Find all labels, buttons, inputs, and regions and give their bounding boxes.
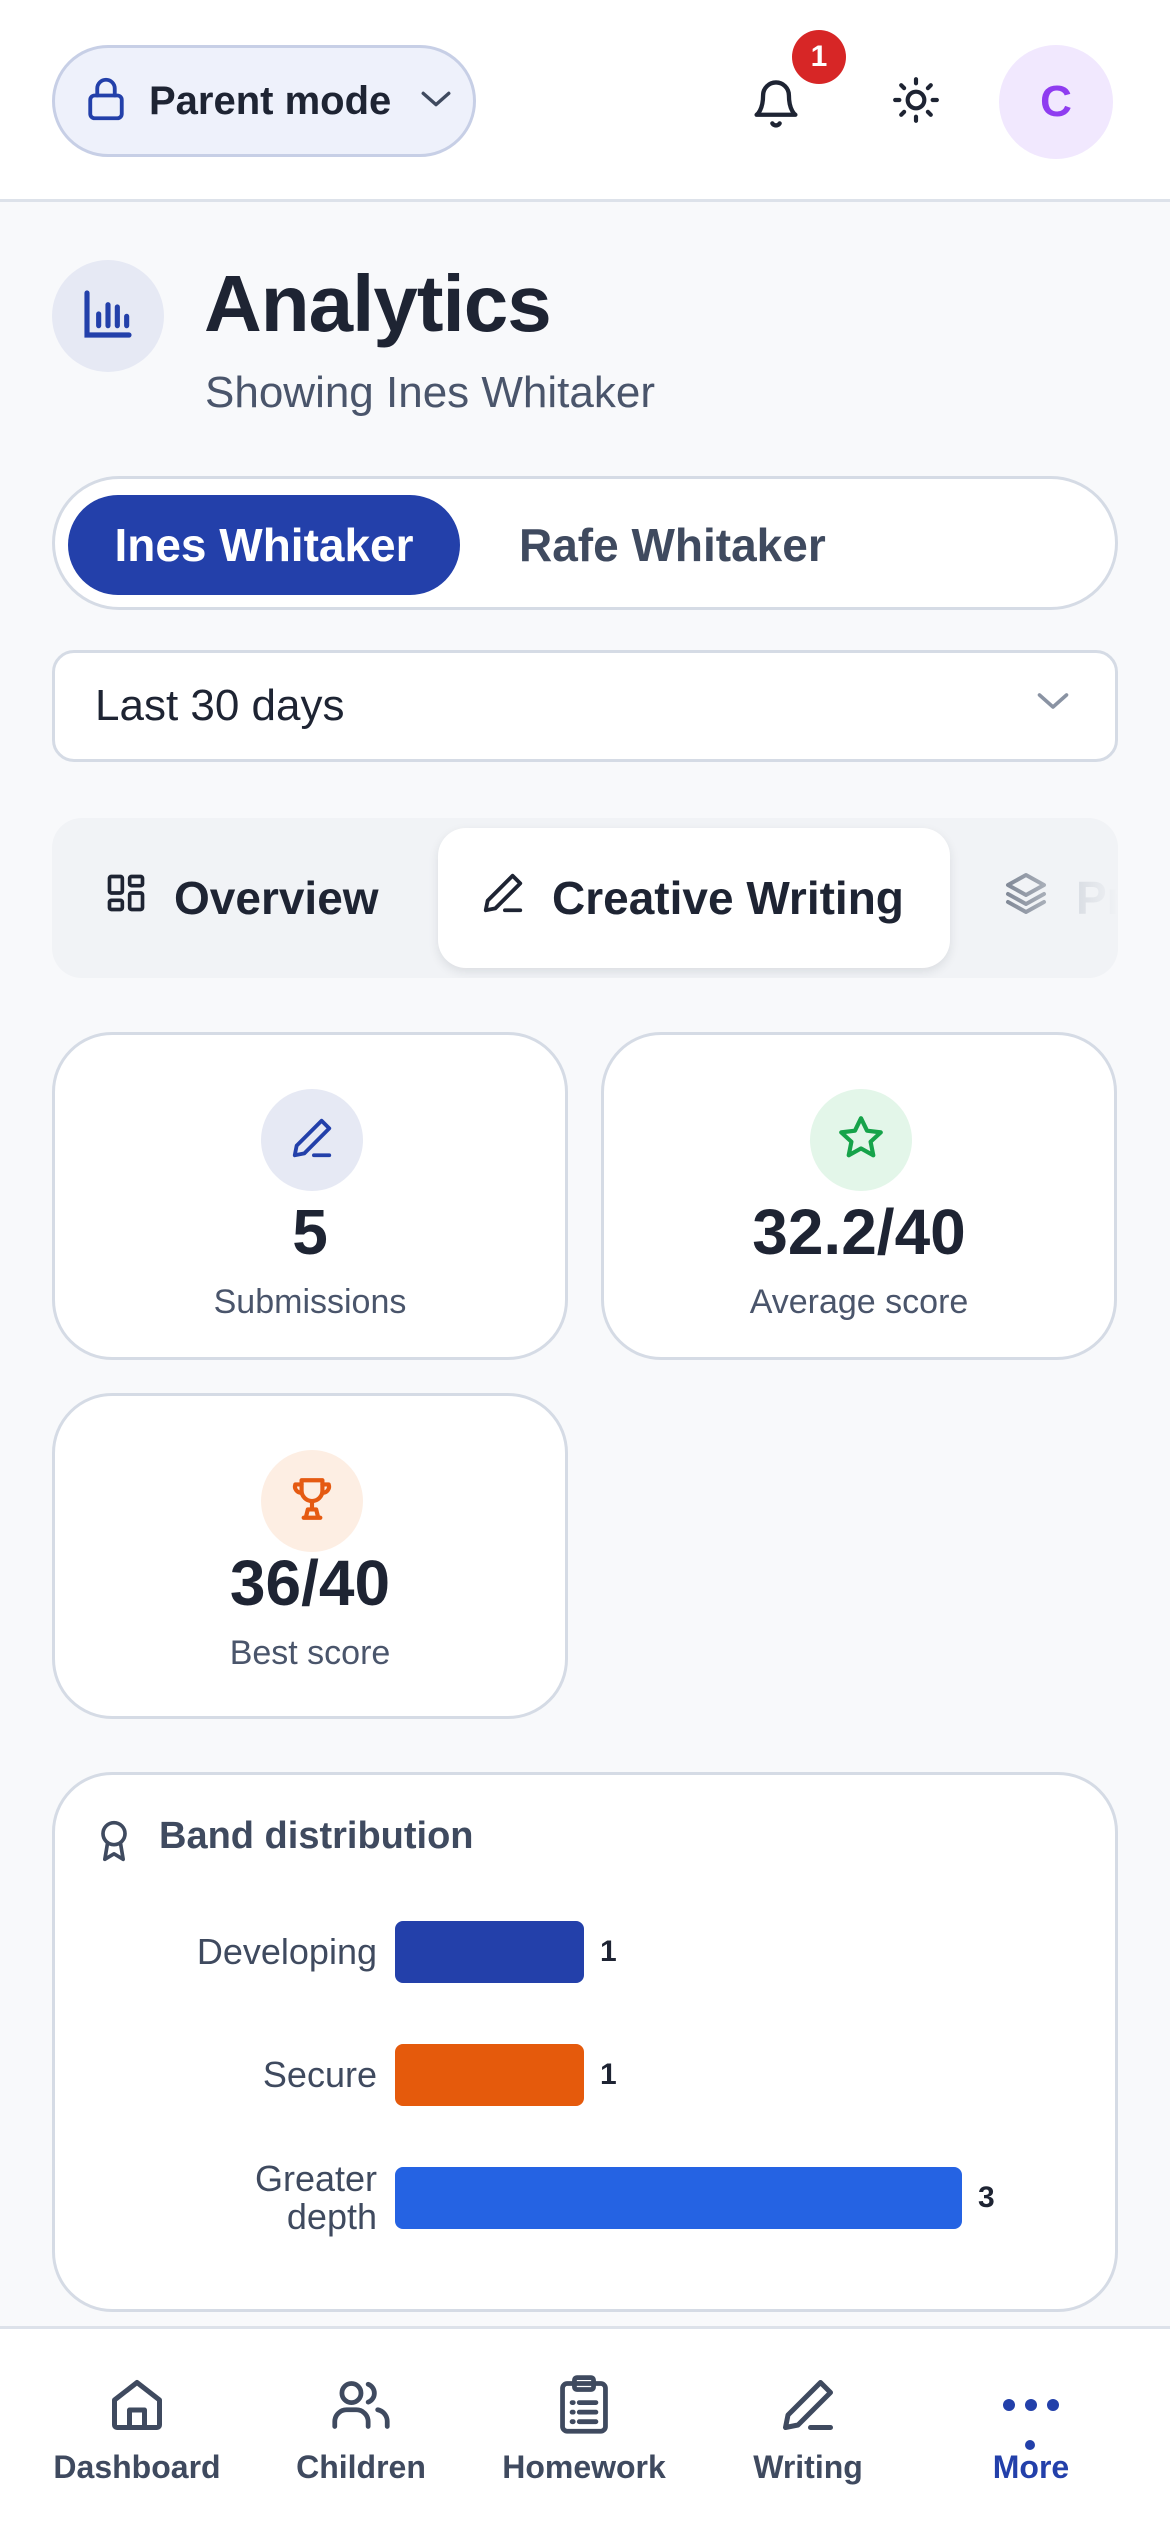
chevron-down-icon bbox=[419, 88, 453, 115]
tab-creative-writing-label: Creative Writing bbox=[552, 872, 904, 924]
home-icon bbox=[107, 2369, 167, 2441]
band-value: 1 bbox=[600, 1935, 617, 1968]
nav-label: Writing bbox=[753, 2449, 863, 2485]
stat-value: 5 bbox=[292, 1196, 328, 1268]
stat-card-submissions: 5 Submissions bbox=[52, 1032, 568, 1360]
nav-more[interactable]: More bbox=[931, 2369, 1131, 2509]
date-range-value: Last 30 days bbox=[95, 681, 345, 730]
child-tab-rafe[interactable]: Rafe Whitaker bbox=[475, 495, 835, 595]
nav-homework[interactable]: Homework bbox=[484, 2369, 684, 2509]
stat-value: 36/40 bbox=[229, 1547, 391, 1619]
nav-children[interactable]: Children bbox=[261, 2369, 461, 2509]
page-title: Analytics bbox=[204, 259, 552, 348]
users-icon bbox=[330, 2369, 392, 2441]
band-bar bbox=[395, 1921, 584, 1983]
pencil-icon bbox=[778, 2369, 838, 2441]
stat-icon-circle bbox=[810, 1089, 912, 1191]
tabs-scroll-fade bbox=[968, 818, 1118, 978]
analytics-icon-circle bbox=[52, 260, 164, 372]
band-label: Secure bbox=[262, 2054, 377, 2095]
top-bar: Parent mode 1 C bbox=[0, 0, 1170, 202]
stat-label: Average score bbox=[749, 1283, 969, 1321]
date-range-select[interactable]: Last 30 days bbox=[52, 650, 1118, 762]
more-icon bbox=[1001, 2369, 1061, 2441]
nav-label: Dashboard bbox=[53, 2449, 221, 2485]
stat-value: 32.2/40 bbox=[752, 1196, 966, 1268]
bar-chart-icon bbox=[80, 286, 136, 347]
stat-card-best-score: 36/40 Best score bbox=[52, 1393, 568, 1719]
parent-mode-selector[interactable]: Parent mode bbox=[52, 45, 476, 157]
band-distribution-title: Band distribution bbox=[159, 1815, 474, 1857]
nav-label: Homework bbox=[502, 2449, 666, 2485]
child-switcher: Ines Whitaker Rafe Whitaker bbox=[52, 476, 1118, 610]
avatar[interactable]: C bbox=[999, 45, 1113, 159]
sun-icon bbox=[891, 75, 941, 130]
stat-card-average-score: 32.2/40 Average score bbox=[601, 1032, 1117, 1360]
pencil-icon bbox=[289, 1115, 335, 1166]
bottom-navigation: Dashboard Children Homework Writing More bbox=[0, 2326, 1170, 2532]
band-bar bbox=[395, 2167, 962, 2229]
chevron-down-icon bbox=[1035, 689, 1071, 718]
lock-icon bbox=[85, 76, 127, 127]
tab-overview[interactable]: Overview bbox=[104, 828, 379, 968]
band-value: 3 bbox=[978, 2181, 995, 2214]
notification-badge: 1 bbox=[792, 30, 846, 84]
stat-icon-circle bbox=[261, 1450, 363, 1552]
stat-label: Best score bbox=[229, 1634, 391, 1672]
nav-label: More bbox=[992, 2449, 1070, 2485]
band-distribution-card: Band distribution Developing 1 Secure 1 Grea… bbox=[52, 1772, 1118, 2312]
page-subtitle: Showing Ines Whitaker bbox=[205, 368, 655, 417]
app: Parent mode 1 C Analytics Showing Ines W… bbox=[0, 0, 1170, 2532]
trophy-icon bbox=[287, 1474, 337, 1529]
nav-writing[interactable]: Writing bbox=[708, 2369, 908, 2509]
nav-dashboard[interactable]: Dashboard bbox=[37, 2369, 237, 2509]
child-tab-ines[interactable]: Ines Whitaker bbox=[68, 495, 460, 595]
grid-icon bbox=[104, 871, 148, 926]
award-icon bbox=[95, 1819, 133, 1868]
stat-icon-circle bbox=[261, 1089, 363, 1191]
stat-label: Submissions bbox=[213, 1283, 407, 1321]
star-icon bbox=[836, 1113, 886, 1168]
analytics-tabs: Overview Creative Writing Pr bbox=[52, 818, 1118, 978]
band-bar bbox=[395, 2044, 584, 2106]
parent-mode-label: Parent mode bbox=[149, 78, 392, 123]
nav-label: Children bbox=[296, 2449, 426, 2485]
band-label: Developing bbox=[196, 1931, 377, 1972]
active-indicator-dot bbox=[1025, 2440, 1035, 2450]
clipboard-icon bbox=[556, 2369, 612, 2441]
tab-overview-label: Overview bbox=[174, 872, 379, 924]
band-label: Greater depth bbox=[254, 2158, 377, 2237]
tab-creative-writing[interactable]: Creative Writing bbox=[438, 828, 950, 968]
pencil-icon bbox=[480, 870, 526, 927]
band-value: 1 bbox=[600, 2058, 617, 2091]
theme-toggle-button[interactable] bbox=[870, 56, 962, 148]
bell-icon bbox=[750, 76, 802, 137]
